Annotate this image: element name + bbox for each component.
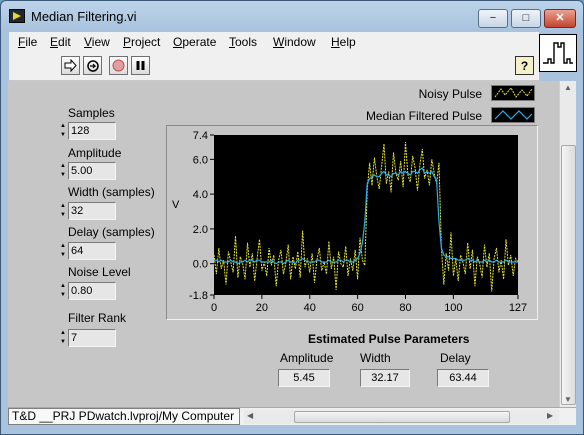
context-help-button[interactable]: ? bbox=[515, 56, 534, 75]
menu-tools[interactable]: Tools bbox=[229, 35, 257, 49]
decrement-arrow-icon[interactable]: ▼ bbox=[59, 291, 67, 300]
est-delay-indicator: 63.44 bbox=[437, 369, 489, 387]
decrement-arrow-icon[interactable]: ▼ bbox=[59, 338, 67, 347]
menu-help[interactable]: Help bbox=[331, 35, 356, 49]
noise-level-incdec[interactable]: ▲ ▼ bbox=[59, 282, 67, 300]
y-tick-label: -1.8 bbox=[189, 290, 208, 302]
menu-edit[interactable]: Edit bbox=[50, 35, 71, 49]
noisy-line-sample-icon bbox=[494, 87, 533, 98]
est-amplitude-indicator: 5.45 bbox=[278, 369, 330, 387]
y-tick-label: 4.0 bbox=[193, 189, 208, 201]
scroll-down-arrow-icon[interactable]: ▼ bbox=[564, 395, 572, 404]
estimated-parameters-title: Estimated Pulse Parameters bbox=[308, 332, 470, 346]
x-tick-label: 60 bbox=[351, 302, 363, 314]
waveform-graph[interactable]: -1.8 0.0 2.0 4.0 6.0 7.4 0 20 40 60 80 100 127 bbox=[168, 127, 534, 317]
est-width-indicator: 32.17 bbox=[360, 369, 410, 387]
y-tick-label: 7.4 bbox=[193, 130, 208, 142]
maximize-button[interactable]: □ bbox=[511, 9, 541, 28]
vertical-scroll-thumb[interactable] bbox=[561, 145, 576, 405]
close-button[interactable]: ✕ bbox=[544, 9, 576, 28]
amplitude-incdec[interactable]: ▲ ▼ bbox=[59, 162, 67, 180]
vi-connector-icon[interactable] bbox=[539, 34, 577, 72]
y-tick-label: 6.0 bbox=[193, 154, 208, 166]
decrement-arrow-icon[interactable]: ▼ bbox=[59, 251, 67, 260]
menu-window[interactable]: Window bbox=[273, 35, 316, 49]
status-bar: T&D __PRJ PDwatch.lvproj/My Computer ◀ ▶ bbox=[8, 407, 576, 425]
delay-label: Delay (samples) bbox=[68, 225, 155, 239]
legend-noisy-swatch[interactable] bbox=[491, 85, 535, 101]
x-tick-label: 127 bbox=[509, 302, 527, 314]
x-tick-label: 100 bbox=[444, 302, 462, 314]
x-tick-label: 80 bbox=[399, 302, 411, 314]
noise-level-label: Noise Level bbox=[68, 265, 131, 279]
scroll-up-arrow-icon[interactable]: ▲ bbox=[564, 83, 572, 92]
project-context-path[interactable]: T&D __PRJ PDwatch.lvproj/My Computer bbox=[8, 408, 240, 425]
decrement-arrow-icon[interactable]: ▼ bbox=[59, 171, 67, 180]
labview-app-icon bbox=[9, 9, 25, 23]
minimize-button[interactable]: − bbox=[478, 9, 508, 28]
pulse-waveform-icon bbox=[543, 42, 573, 64]
est-delay-label: Delay bbox=[440, 351, 471, 365]
window-title: Median Filtering.vi bbox=[31, 9, 137, 24]
abort-button[interactable] bbox=[109, 56, 128, 75]
filter-rank-incdec[interactable]: ▲ ▼ bbox=[59, 329, 67, 347]
menu-project[interactable]: Project bbox=[123, 35, 160, 49]
toolbar: ? bbox=[9, 52, 539, 81]
width-input[interactable]: 32 bbox=[68, 202, 116, 220]
increment-arrow-icon[interactable]: ▲ bbox=[59, 162, 67, 171]
samples-label: Samples bbox=[68, 106, 115, 120]
increment-arrow-icon[interactable]: ▲ bbox=[59, 282, 67, 291]
scroll-left-arrow-icon[interactable]: ◀ bbox=[247, 411, 253, 420]
run-button[interactable] bbox=[61, 56, 80, 75]
est-width-label: Width bbox=[360, 351, 391, 365]
delay-incdec[interactable]: ▲ ▼ bbox=[59, 242, 67, 260]
scroll-right-arrow-icon[interactable]: ▶ bbox=[547, 411, 553, 420]
samples-input[interactable]: 128 bbox=[68, 122, 116, 140]
width-label: Width (samples) bbox=[68, 185, 155, 199]
width-incdec[interactable]: ▲ ▼ bbox=[59, 202, 67, 220]
filtered-line-sample-icon bbox=[494, 110, 533, 120]
amplitude-input[interactable]: 5.00 bbox=[68, 162, 116, 180]
vertical-scrollbar[interactable]: ▲ ▼ bbox=[559, 81, 576, 407]
increment-arrow-icon[interactable]: ▲ bbox=[59, 242, 67, 251]
abort-stop-icon bbox=[112, 59, 125, 72]
title-bar[interactable]: Median Filtering.vi − □ ✕ bbox=[1, 1, 583, 31]
increment-arrow-icon[interactable]: ▲ bbox=[59, 202, 67, 211]
amplitude-label: Amplitude bbox=[68, 146, 122, 160]
decrement-arrow-icon[interactable]: ▼ bbox=[59, 131, 67, 140]
plot-background[interactable] bbox=[214, 135, 518, 295]
menu-file[interactable]: File bbox=[18, 35, 37, 49]
pause-button[interactable] bbox=[131, 56, 150, 75]
decrement-arrow-icon[interactable]: ▼ bbox=[59, 211, 67, 220]
filter-rank-label: Filter Rank bbox=[68, 311, 127, 325]
est-amplitude-label: Amplitude bbox=[280, 351, 334, 365]
horizontal-scroll-thumb[interactable] bbox=[294, 411, 510, 423]
run-arrow-icon bbox=[64, 59, 77, 72]
increment-arrow-icon[interactable]: ▲ bbox=[59, 122, 67, 131]
front-panel: Samples ▲ ▼ 128 Amplitude ▲ ▼ 5.00 Width (… bbox=[8, 81, 559, 407]
samples-incdec[interactable]: ▲ ▼ bbox=[59, 122, 67, 140]
menu-view[interactable]: View bbox=[84, 35, 110, 49]
horizontal-scrollbar[interactable]: ◀ ▶ bbox=[244, 410, 559, 424]
x-tick-label: 20 bbox=[256, 302, 268, 314]
menu-operate[interactable]: Operate bbox=[173, 35, 216, 49]
run-continuously-icon bbox=[86, 59, 99, 72]
x-tick-label: 40 bbox=[304, 302, 316, 314]
y-tick-label: 0.0 bbox=[193, 259, 208, 271]
increment-arrow-icon[interactable]: ▲ bbox=[59, 329, 67, 338]
delay-input[interactable]: 64 bbox=[68, 242, 116, 260]
menu-bar: File Edit View Project Operate Tools Win… bbox=[9, 32, 539, 52]
legend-noisy-label: Noisy Pulse bbox=[418, 87, 482, 101]
pause-icon bbox=[136, 61, 145, 70]
y-tick-label: 2.0 bbox=[193, 224, 208, 236]
legend-filtered-label: Median Filtered Pulse bbox=[365, 109, 482, 123]
run-continuously-button[interactable] bbox=[83, 56, 102, 75]
legend-filtered-swatch[interactable] bbox=[491, 107, 535, 123]
filter-rank-input[interactable]: 7 bbox=[68, 329, 116, 347]
noise-level-input[interactable]: 0.80 bbox=[68, 282, 116, 300]
x-tick-label: 0 bbox=[211, 302, 217, 314]
